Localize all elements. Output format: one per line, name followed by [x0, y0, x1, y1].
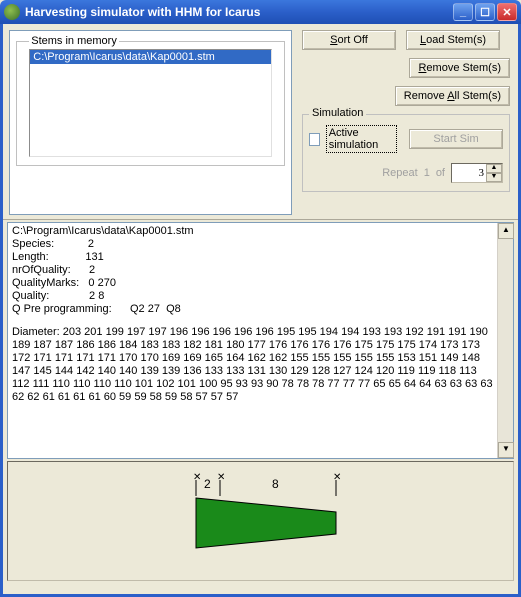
- active-simulation-label: Active simulation: [326, 125, 397, 153]
- svg-text:✕: ✕: [193, 472, 201, 483]
- client-area: Stems in memory C:\Program\Icarus\data\K…: [0, 24, 521, 597]
- qmarks-row: QualityMarks: 0 270: [12, 277, 493, 290]
- stems-group: Stems in memory C:\Program\Icarus\data\K…: [16, 35, 285, 166]
- button-row-3: Remove All Stem(s): [302, 86, 510, 106]
- output-panel: C:\Program\Icarus\data\Kap0001.stm Speci…: [7, 222, 514, 459]
- sort-off-button[interactable]: Sort Off: [302, 30, 396, 50]
- start-sim-button[interactable]: Start Sim: [409, 129, 503, 149]
- window-title: Harvesting simulator with HHM for Icarus: [25, 5, 453, 19]
- svg-text:✕: ✕: [217, 472, 225, 483]
- stems-legend: Stems in memory: [29, 35, 119, 47]
- scroll-down-button[interactable]: ▼: [498, 442, 514, 458]
- spin-down-button[interactable]: ▼: [486, 173, 502, 182]
- stem-visual-panel: ✕ ✕ ✕ 2 8: [7, 461, 514, 581]
- repeat-value-input[interactable]: [452, 164, 486, 182]
- qpre-row: Q Pre programming: Q2 27 Q8: [12, 303, 493, 316]
- app-icon: [4, 4, 20, 20]
- diameters-block: Diameter: 203 201 199 197 197 196 196 19…: [12, 326, 493, 404]
- remove-stems-button[interactable]: Remove Stem(s): [409, 58, 510, 78]
- simulation-row-1: Active simulation Start Sim: [309, 125, 503, 153]
- titlebar: Harvesting simulator with HHM for Icarus…: [0, 0, 521, 24]
- minimize-button[interactable]: _: [453, 3, 473, 21]
- stem-shape: [196, 498, 336, 548]
- simulation-group: Simulation Active simulation Start Sim R…: [302, 114, 510, 192]
- nrq-row: nrOfQuality: 2: [12, 264, 493, 277]
- repeat-of: of: [436, 167, 445, 179]
- window-buttons: _ ☐ ✕: [453, 3, 517, 21]
- seg1-label: 2: [204, 477, 211, 491]
- left-column: Stems in memory C:\Program\Icarus\data\K…: [3, 24, 296, 219]
- repeat-spinner[interactable]: ▲ ▼: [451, 163, 503, 183]
- load-stems-button[interactable]: Load Stem(s): [406, 30, 500, 50]
- simulation-legend: Simulation: [309, 107, 366, 119]
- maximize-button[interactable]: ☐: [475, 3, 495, 21]
- quality-row: Quality: 2 8: [12, 290, 493, 303]
- close-button[interactable]: ✕: [497, 3, 517, 21]
- spin-up-button[interactable]: ▲: [486, 164, 502, 173]
- repeat-index: 1: [424, 167, 430, 179]
- svg-text:✕: ✕: [333, 472, 341, 483]
- species-row: Species: 2: [12, 238, 493, 251]
- repeat-label: Repeat: [382, 167, 417, 179]
- button-row-2: Remove Stem(s): [302, 58, 510, 78]
- stem-diagram: ✕ ✕ ✕ 2 8: [188, 468, 358, 568]
- remove-all-stems-button[interactable]: Remove All Stem(s): [395, 86, 510, 106]
- simulation-row-2: Repeat 1 of ▲ ▼: [309, 163, 503, 183]
- output-text: C:\Program\Icarus\data\Kap0001.stm Speci…: [8, 223, 497, 458]
- scroll-up-button[interactable]: ▲: [498, 223, 514, 239]
- button-row-1: Sort Off Load Stem(s): [302, 30, 510, 50]
- list-item[interactable]: C:\Program\Icarus\data\Kap0001.stm: [30, 50, 271, 64]
- output-file: C:\Program\Icarus\data\Kap0001.stm: [12, 225, 493, 238]
- right-column: Sort Off Load Stem(s) Remove Stem(s) Rem…: [296, 24, 518, 219]
- output-scrollbar[interactable]: ▲ ▼: [497, 223, 513, 458]
- length-row: Length: 131: [12, 251, 493, 264]
- seg2-label: 8: [272, 477, 279, 491]
- stems-panel: Stems in memory C:\Program\Icarus\data\K…: [9, 30, 292, 215]
- stems-listbox[interactable]: C:\Program\Icarus\data\Kap0001.stm: [29, 49, 272, 157]
- upper-panel: Stems in memory C:\Program\Icarus\data\K…: [3, 24, 518, 220]
- active-simulation-checkbox[interactable]: [309, 133, 320, 146]
